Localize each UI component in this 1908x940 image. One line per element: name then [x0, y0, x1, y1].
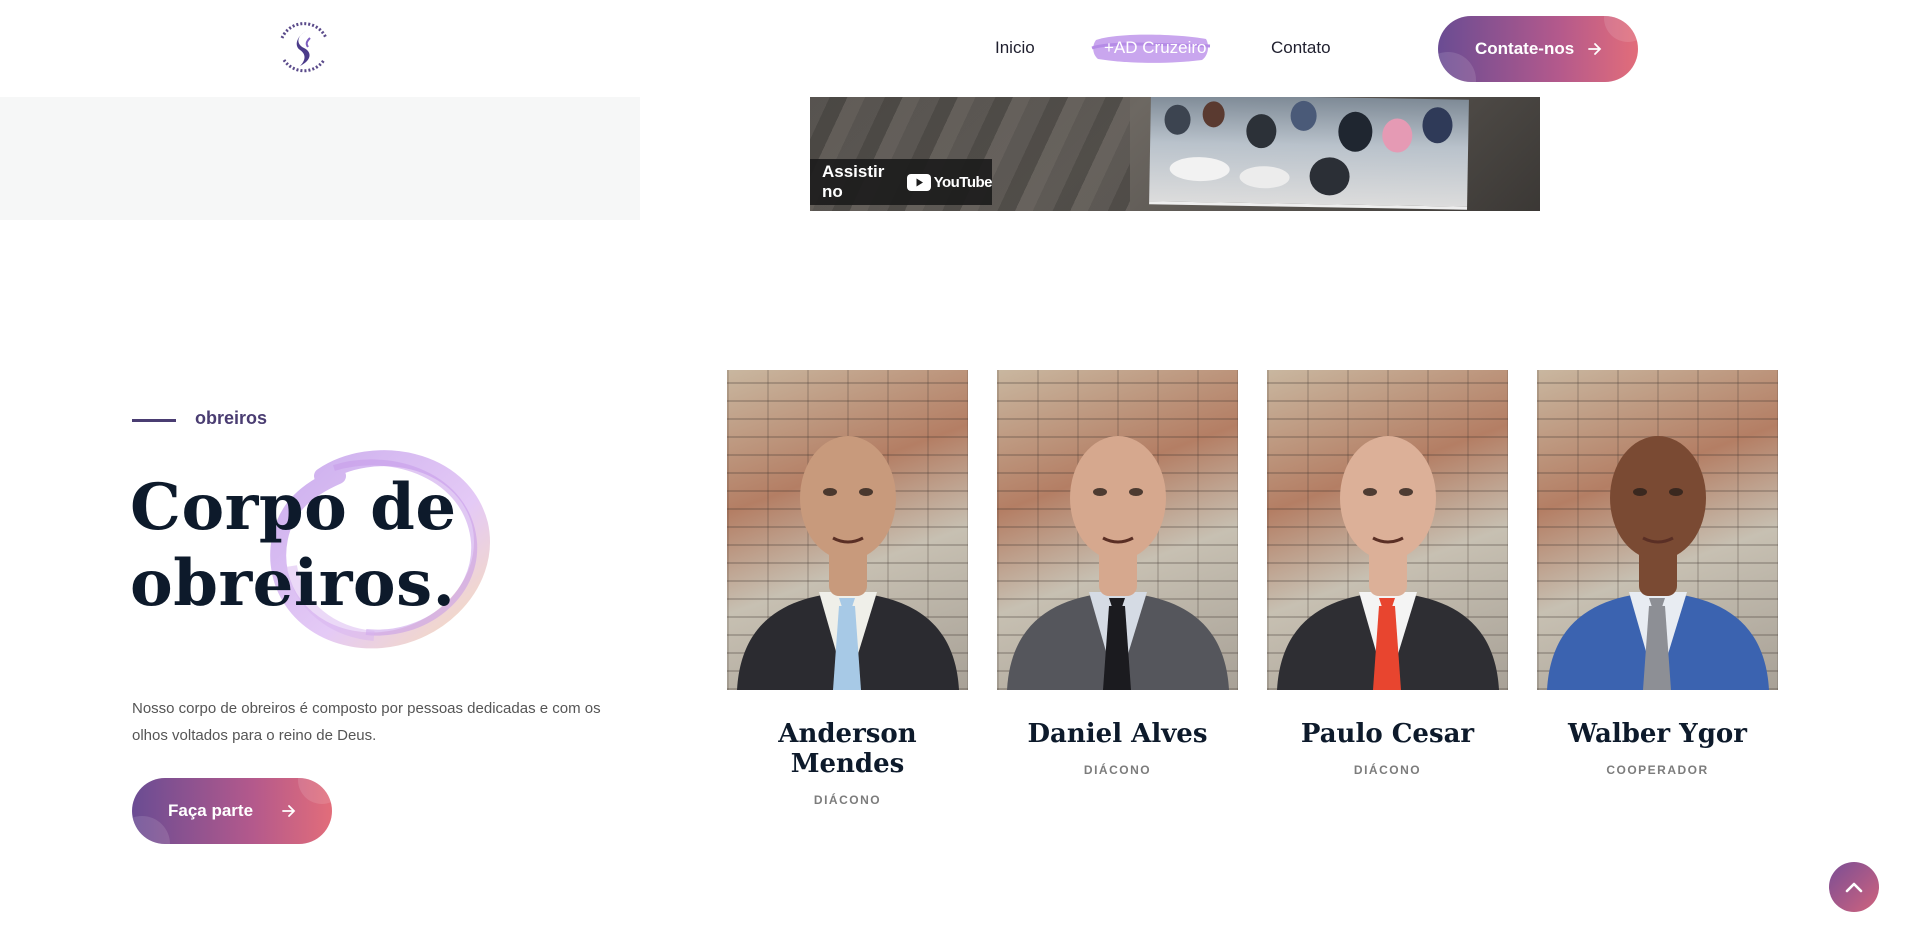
person-silhouette: [1309, 157, 1350, 196]
section-description: Nosso corpo de obreiros é composto por p…: [132, 700, 601, 744]
member-name: Daniel Alves: [1027, 719, 1208, 749]
member-name: Paulo Cesar: [1300, 719, 1475, 749]
nav-link-inicio[interactable]: Inicio: [995, 38, 1035, 58]
youtube-logo: YouTube: [906, 173, 993, 191]
person-silhouette: [1338, 111, 1373, 153]
church-logo[interactable]: [272, 16, 336, 80]
member-photo: [997, 370, 1238, 690]
person-silhouette: [1164, 104, 1191, 135]
team-member-card[interactable]: Walber Ygor COOPERADOR: [1537, 370, 1778, 777]
person-silhouette: [1290, 100, 1317, 132]
portrait-illustration: [1547, 436, 1769, 690]
member-role: COOPERADOR: [1606, 763, 1709, 777]
person-silhouette: [1246, 113, 1277, 149]
person-silhouette: [1382, 118, 1413, 153]
heading-line-2: obreiros.: [130, 546, 456, 621]
member-name: Walber Ygor: [1568, 719, 1747, 749]
section-eyebrow: obreiros: [195, 408, 268, 428]
heading-line-1: Corpo de: [130, 470, 457, 545]
video-embed[interactable]: Assistir no YouTube: [810, 97, 1540, 211]
join-label: Faça parte: [168, 801, 254, 820]
team-member-card[interactable]: Anderson Mendes DIÁCONO: [727, 370, 968, 807]
member-photo: [1267, 370, 1508, 690]
chair: [1239, 165, 1290, 189]
portrait-illustration: [1277, 436, 1499, 690]
youtube-play-icon: [906, 173, 931, 191]
section-heading: Corpo de obreiros.: [130, 470, 550, 622]
button-decoration: [132, 816, 170, 844]
portrait-illustration: [1007, 436, 1229, 690]
join-button[interactable]: Faça parte: [132, 778, 332, 844]
contact-us-button[interactable]: Contate-nos: [1438, 16, 1638, 82]
member-name: Anderson Mendes: [778, 719, 917, 779]
member-role: DIÁCONO: [813, 793, 882, 807]
watch-on-youtube-badge[interactable]: Assistir no YouTube: [810, 159, 993, 205]
member-role: DIÁCONO: [1083, 763, 1152, 777]
team-member-card[interactable]: Paulo Cesar DIÁCONO: [1267, 370, 1508, 777]
eyebrow-line: [132, 419, 176, 422]
youtube-wordmark: YouTube: [933, 173, 993, 191]
button-decoration: [298, 778, 332, 804]
arrow-right-icon: [1588, 43, 1602, 55]
person-silhouette: [1422, 106, 1453, 144]
arrow-right-icon: [282, 805, 296, 817]
chevron-up-icon: [1845, 882, 1863, 893]
team-member-card[interactable]: Daniel Alves DIÁCONO: [997, 370, 1238, 777]
member-role: DIÁCONO: [1353, 763, 1422, 777]
person-silhouette: [1202, 101, 1225, 128]
member-photo: [1537, 370, 1778, 690]
member-photo: [727, 370, 968, 690]
nav-link-ad-cruzeiro[interactable]: +AD Cruzeiro: [1104, 38, 1207, 58]
scroll-to-top-button[interactable]: [1829, 862, 1879, 912]
congregation-photo: [1149, 97, 1469, 210]
watch-on-label: Assistir no: [822, 162, 885, 201]
nav-link-contato[interactable]: Contato: [1271, 38, 1331, 58]
chair: [1169, 156, 1230, 182]
button-decoration: [1438, 52, 1476, 82]
portrait-illustration: [737, 436, 959, 690]
contact-us-label: Contate-nos: [1475, 39, 1575, 58]
gray-panel: [0, 97, 640, 220]
button-decoration: [1604, 16, 1638, 42]
site-header: Inicio +AD Cruzeiro Contato Contate-nos: [0, 0, 1908, 97]
